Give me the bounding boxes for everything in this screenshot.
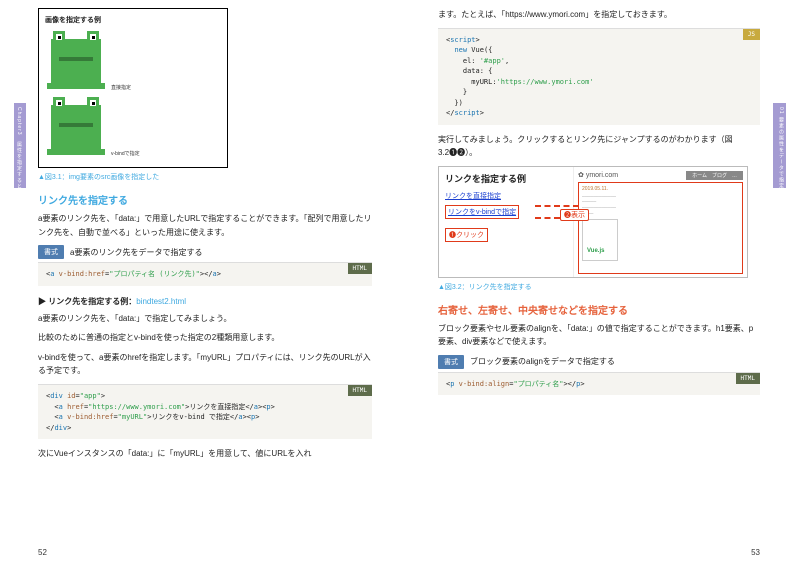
para-top-right: ます。たとえば、「https://www.ymori.com」を指定しておきます… — [438, 8, 760, 22]
para-3: 次にVueインスタンスの「data:」に「myURL」を用意して、値にURLを入… — [38, 447, 372, 461]
click-badge: ❶クリック — [445, 228, 488, 242]
frog-label-2: v-bindで指定 — [111, 150, 140, 157]
para-ex-c: v-bindを使って、a要素のhrefを指定します。「myURL」プロパティには… — [38, 351, 372, 378]
example-image-box: 画像を指定する例 直接指定 — [38, 8, 228, 168]
side-tab-left-text: Chapter3 属性を指定するとき — [16, 107, 23, 196]
link-direct[interactable]: リンクを直接指定 — [445, 191, 567, 201]
browser-left-pane: リンクを指定する例 リンクを直接指定 リンクをv-bindで指定 ❶クリック — [439, 167, 574, 277]
arrow-1 — [535, 205, 579, 207]
example-label: ▶ リンク先を指定する例： — [38, 297, 136, 306]
code-lang-js: JS — [743, 29, 760, 40]
code-lang-html-2: HTML — [348, 385, 372, 396]
code-block-align: HTML<p v-bind:align="プロパティ名"></p> — [438, 372, 760, 396]
format-desc-2: ブロック要素のalignをデータで指定する — [470, 356, 615, 367]
para-exec: 実行してみましょう。クリックするとリンク先にジャンプするのがわかります（図3.2… — [438, 133, 760, 160]
format-row-1: 書式 a要素のリンク先をデータで指定する — [38, 245, 372, 259]
example-filename: bindtest2.html — [136, 297, 186, 306]
frog-row-1: 直接指定 — [45, 29, 221, 91]
code-block-2: HTML<div id="app"> <a href="https://www.… — [38, 384, 372, 439]
heading-align: 右寄せ、左寄せ、中央寄せなどを指定する — [438, 302, 760, 317]
browser-right-pane: ✿ ymori.com ホーム ブログ … 2019.05.11. ──────… — [574, 167, 747, 277]
site-preview-box: 2019.05.11. ────────────────────────────… — [578, 182, 743, 274]
para-link-1: a要素のリンク先を、「data:」で用意したURLで指定することができます。「配… — [38, 212, 372, 239]
format-chip-2: 書式 — [438, 355, 464, 369]
format-row-2: 書式 ブロック要素のalignをデータで指定する — [438, 355, 760, 369]
para-ex-a: a要素のリンク先を、「data:」で指定してみましょう。 — [38, 312, 372, 326]
figure-caption-3-2: ▲図3.2：リンク先を指定する — [438, 282, 760, 292]
frog-image-1 — [45, 29, 107, 91]
display-badge: ❷表示 — [560, 209, 589, 221]
page-number-right: 53 — [751, 548, 760, 557]
page-number-left: 52 — [38, 548, 47, 557]
browser-site-bar: ✿ ymori.com ホーム ブログ … — [578, 171, 743, 180]
para-ex-b: 比較のために普通の指定とv-bindを使った指定の2種類用意します。 — [38, 331, 372, 345]
code-block-right-1: JS<script> new Vue({ el: '#app', data: {… — [438, 28, 760, 125]
code-block-1: HTML<a v-bind:href="プロパティ名 (リンク先)"></a> — [38, 262, 372, 286]
book-spread: Chapter3 属性を指定するとき 画像を指定する例 直接指定 — [0, 0, 800, 567]
browser-title: リンクを指定する例 — [445, 172, 567, 185]
format-chip: 書式 — [38, 245, 64, 259]
format-desc-1: a要素のリンク先をデータで指定する — [70, 247, 202, 258]
frog-image-2 — [45, 95, 107, 157]
heading-link: リンク先を指定する — [38, 192, 372, 207]
code-lang-html: HTML — [348, 263, 372, 274]
frog-box-title: 画像を指定する例 — [45, 15, 221, 25]
side-tab-right-text: 01 要素の属性をデータで指定する：v-bind — [778, 107, 785, 227]
code-lang-html-3: HTML — [736, 373, 760, 384]
example-heading: ▶ リンク先を指定する例：bindtest2.html — [38, 296, 372, 307]
link-vbind[interactable]: リンクをv-bindで指定 — [445, 205, 519, 219]
browser-mock: リンクを指定する例 リンクを直接指定 リンクをv-bindで指定 ❶クリック ✿… — [438, 166, 748, 278]
frog-label-1: 直接指定 — [111, 84, 131, 91]
frog-row-2: v-bindで指定 — [45, 95, 221, 157]
para-align: ブロック要素やセル要素のalignを、「data:」の値で指定することができます… — [438, 322, 760, 349]
figure-caption-3-1: ▲図3.1：img要素のsrc画像を指定した — [38, 172, 372, 182]
page-left: Chapter3 属性を指定するとき 画像を指定する例 直接指定 — [0, 0, 400, 567]
page-right: 01 要素の属性をデータで指定する：v-bind ます。たとえば、「https:… — [400, 0, 800, 567]
site-name: ymori.com — [586, 172, 618, 179]
